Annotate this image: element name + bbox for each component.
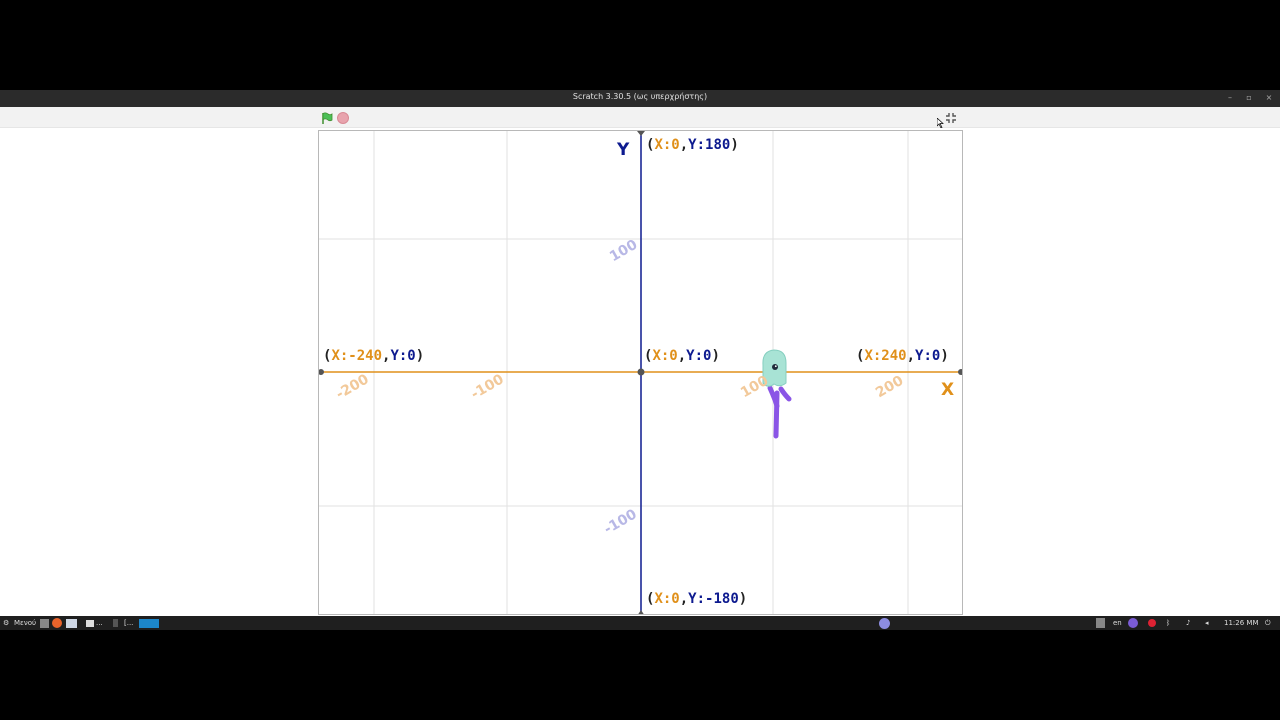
taskbar-dots[interactable]: ... <box>96 618 103 628</box>
menu-icon[interactable]: ⚙ <box>3 618 9 628</box>
coord-center-y: Y:0 <box>686 348 712 364</box>
stage-controls-bar <box>0 107 1280 128</box>
clipboard-icon[interactable] <box>1096 618 1105 628</box>
coord-right-x: X:240 <box>864 348 907 364</box>
coord-right-y: Y:0 <box>915 348 941 364</box>
coord-label-bottom: (X:0,Y:-180) <box>646 591 748 607</box>
coord-label-left: (X:-240,Y:0) <box>323 348 425 364</box>
maximize-button[interactable]: ▫ <box>1243 92 1255 104</box>
exit-fullscreen-icon[interactable] <box>944 111 958 125</box>
close-button[interactable]: × <box>1263 92 1275 104</box>
update-icon[interactable] <box>1128 618 1138 628</box>
coord-top-y: Y:180 <box>688 137 731 153</box>
letterbox-bottom <box>0 630 1280 720</box>
y-axis-name: Y <box>617 140 630 160</box>
coord-left-y: Y:0 <box>390 348 416 364</box>
green-flag-icon[interactable] <box>320 111 334 125</box>
pen-trail-legs <box>767 385 792 409</box>
scratch-window-button[interactable] <box>139 619 159 628</box>
stop-icon[interactable] <box>337 112 349 124</box>
volume-icon[interactable]: ◂ <box>1205 618 1209 628</box>
network-icon[interactable] <box>879 618 890 629</box>
files-icon[interactable] <box>40 619 49 628</box>
taskbar-window-entry[interactable]: [... <box>124 618 133 628</box>
coord-label-center: (X:0,Y:0) <box>644 348 720 364</box>
stage[interactable]: 100 -100 -200 -100 100 200 <box>318 130 963 615</box>
coord-label-top: (X:0,Y:180) <box>646 137 739 153</box>
coord-left-x: X:-240 <box>331 348 383 364</box>
coord-bottom-x: X:0 <box>654 591 680 607</box>
coord-center-x: X:0 <box>652 348 678 364</box>
x-axis-name: X <box>941 380 955 400</box>
mail-icon[interactable] <box>66 619 77 628</box>
bluetooth-icon[interactable]: ᛒ <box>1166 618 1170 628</box>
sprite-layer <box>762 349 792 439</box>
notification-icon[interactable]: ♪ <box>1186 618 1190 628</box>
minimize-button[interactable]: – <box>1224 92 1236 104</box>
menu-button[interactable]: Μενού <box>14 618 36 628</box>
record-icon[interactable] <box>1148 619 1156 627</box>
coord-top-x: X:0 <box>654 137 680 153</box>
taskbar: ⚙ Μενού ... [... en ᛒ ♪ ◂ 11:26 ΜΜ ⏻ <box>0 616 1280 630</box>
power-icon[interactable]: ⏻ <box>1265 618 1271 628</box>
coord-label-right: (X:240,Y:0) <box>856 348 949 364</box>
window-icon[interactable] <box>86 620 94 627</box>
window-title: Scratch 3.30.5 (ως υπερχρήστης) <box>572 92 708 101</box>
keyboard-language[interactable]: en <box>1113 618 1122 628</box>
terminal-icon[interactable] <box>113 619 118 627</box>
firefox-icon[interactable] <box>52 618 62 628</box>
window-titlebar: Scratch 3.30.5 (ως υπερχρήστης) – ▫ × <box>0 90 1280 107</box>
clock: 11:26 ΜΜ <box>1224 619 1259 627</box>
mouse-cursor-icon <box>937 118 944 128</box>
letterbox-top <box>0 0 1280 90</box>
coord-bottom-y: Y:-180 <box>688 591 739 607</box>
